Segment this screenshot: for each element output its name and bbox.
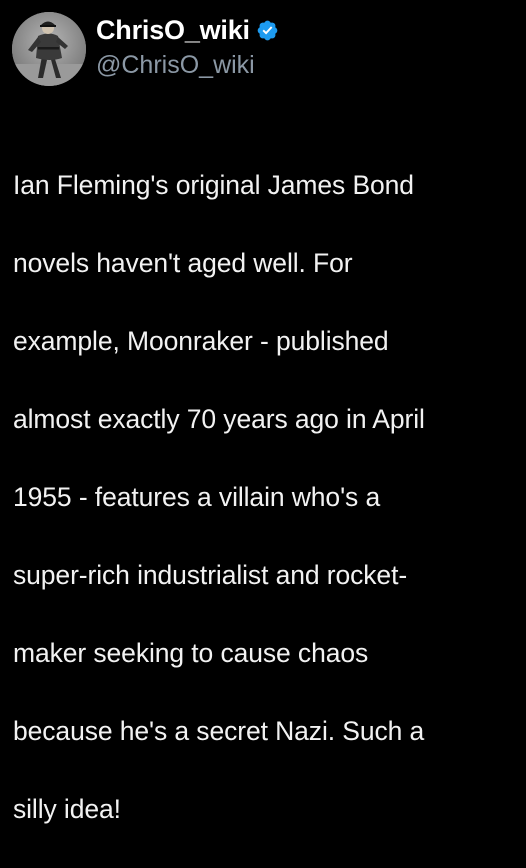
tweet-text: Ian Fleming's original James Bond novels…	[13, 127, 513, 868]
avatar[interactable]	[12, 12, 86, 86]
tweet-text-line: maker seeking to cause chaos	[13, 638, 369, 668]
display-name[interactable]: ChrisO_wiki	[96, 14, 250, 46]
tweet-text-line: Ian Fleming's original James Bond	[13, 170, 414, 200]
tweet-text-line: novels haven't aged well. For	[13, 248, 353, 278]
tweet-text-line: silly idea!	[13, 794, 121, 824]
user-handle[interactable]: @ChrisO_wiki	[96, 50, 255, 80]
tweet-text-line: almost exactly 70 years ago in April	[13, 404, 425, 434]
tweet-text-line: super-rich industrialist and rocket-	[13, 560, 408, 590]
display-name-row: ChrisO_wiki	[96, 14, 279, 46]
profile-photo-icon	[12, 12, 86, 86]
tweet-text-line: because he's a secret Nazi. Such a	[13, 716, 425, 746]
tweet-text-line: example, Moonraker - published	[13, 326, 389, 356]
tweet-card: ChrisO_wiki @ChrisO_wiki Ian Fleming's o…	[0, 0, 526, 824]
verified-badge-icon	[256, 19, 279, 42]
tweet-text-line: 1955 - features a villain who's a	[13, 482, 381, 512]
